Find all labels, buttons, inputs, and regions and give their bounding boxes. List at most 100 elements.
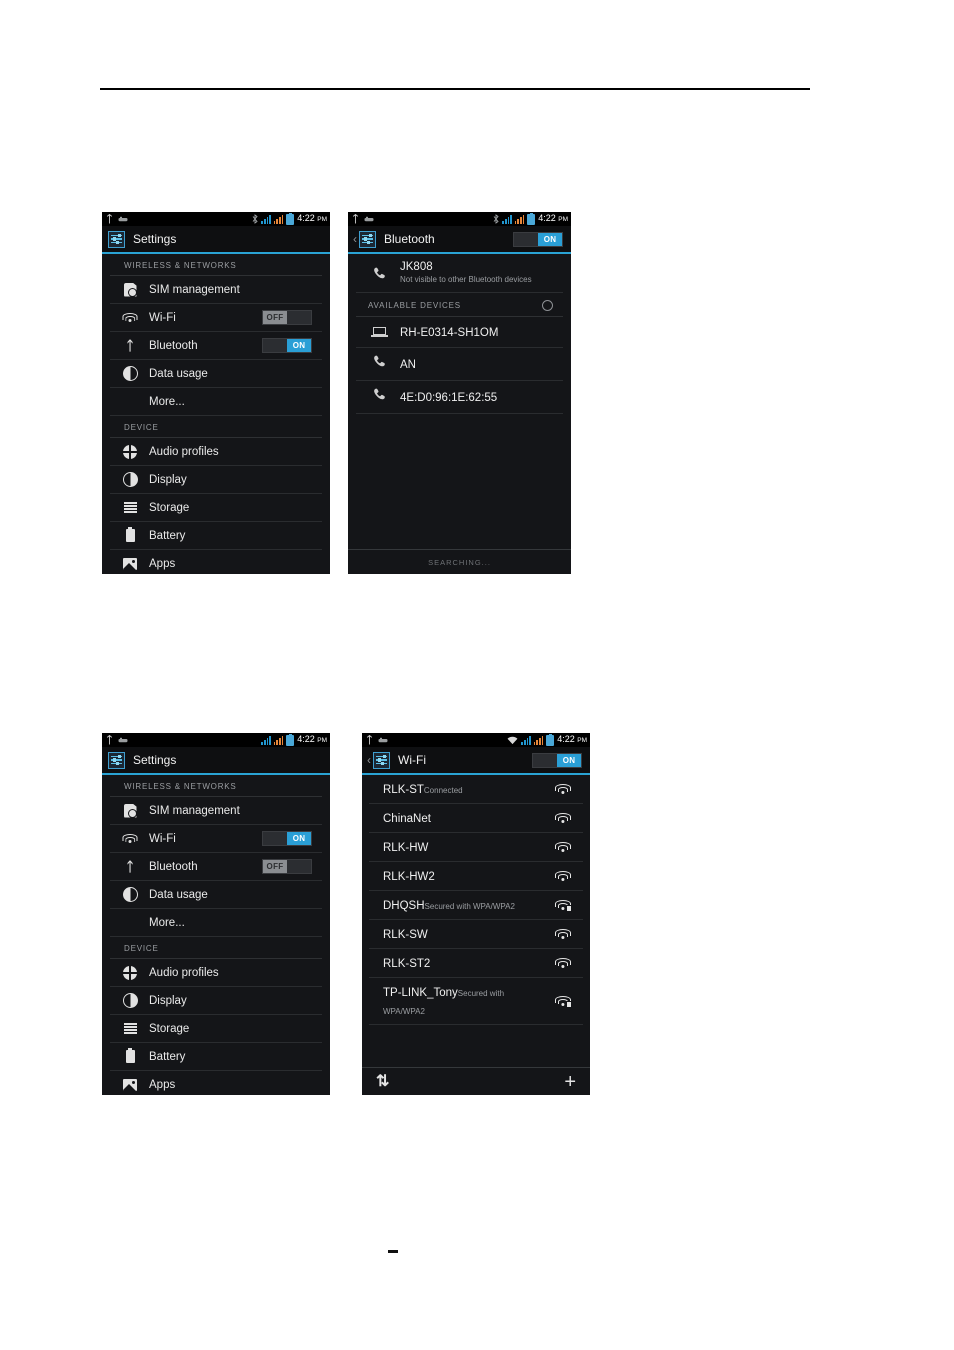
status-bar-right-icons: 4:22 PM [493, 212, 568, 225]
settings-row[interactable]: SIM management [110, 276, 322, 304]
settings-row[interactable]: Apps [110, 550, 322, 574]
wifi-network-row[interactable]: RLK-STConnected [369, 775, 583, 804]
bluetooth-toggle[interactable]: ON [262, 338, 312, 353]
status-bar: 4:22 PM [102, 733, 330, 747]
settings-row[interactable]: Data usage [110, 881, 322, 909]
wifi-network-row[interactable]: ChinaNet [369, 804, 583, 833]
wifi-network-row[interactable]: DHQSHSecured with WPA/WPA2 [369, 891, 583, 920]
storage-icon [123, 1022, 137, 1035]
row-icon: ᛏ [122, 859, 138, 875]
wifi-network-text: ChinaNet [383, 809, 547, 827]
status-bar-clock: 4:22 PM [538, 213, 568, 224]
row-icon [122, 282, 138, 298]
device-icon [368, 354, 390, 374]
row-icon [122, 887, 138, 903]
settings-row[interactable]: Battery [110, 1043, 322, 1071]
wifi-network-row[interactable]: RLK-HW [369, 833, 583, 862]
action-bar: Settings [102, 747, 330, 775]
toggle-thumb: ON [287, 832, 311, 845]
settings-row[interactable]: Display [110, 987, 322, 1015]
wifi-network-row[interactable]: RLK-HW2 [369, 862, 583, 891]
display-icon [122, 472, 138, 487]
bluetooth-device-row[interactable]: 4E:D0:96:1E:62:55 [356, 381, 563, 415]
usb-debug-icon [378, 737, 388, 744]
refresh-scan-icon[interactable]: ⇅ [376, 1073, 389, 1090]
wifi-network-name: RLK-SW [383, 929, 428, 941]
signal-bars-sim2-icon [273, 214, 284, 224]
settings-row[interactable]: Data usage [110, 360, 322, 388]
wi-fi-toggle[interactable]: OFF [262, 310, 312, 325]
settings-row-label: More... [149, 395, 185, 408]
status-bar: 4:22 PM [348, 212, 571, 226]
settings-row[interactable]: Wi-Fi OFF [110, 304, 322, 332]
own-device-text: JK808 Not visible to other Bluetooth dev… [400, 260, 532, 286]
settings-row[interactable]: Battery [110, 522, 322, 550]
usb-icon [366, 734, 373, 745]
settings-row[interactable]: SIM management [110, 797, 322, 825]
settings-icon [359, 230, 376, 248]
wifi-network-text: DHQSHSecured with WPA/WPA2 [383, 896, 547, 914]
audio-profiles-icon [121, 442, 139, 461]
status-bar: 4:22 PM [102, 212, 330, 226]
wifi-network-row[interactable]: RLK-ST2 [369, 949, 583, 978]
bluetooth-screenshot: 4:22 PM ‹ Bluetooth ON JK808 Not visible… [348, 212, 571, 574]
settings-row[interactable]: Wi-Fi ON [110, 825, 322, 853]
wifi-toggle[interactable]: ON [532, 752, 582, 768]
row-icon [122, 366, 138, 382]
settings-row[interactable]: More... [110, 909, 322, 937]
wifi-icon [122, 312, 138, 323]
bluetooth-toggle[interactable]: ON [513, 231, 563, 247]
signal-bars-sim2-icon [273, 735, 284, 745]
wifi-network-row[interactable]: TP-LINK_TonySecured with WPA/WPA2 [369, 978, 583, 1025]
wifi-network-name: TP-LINK_Tony [383, 987, 458, 999]
settings-row[interactable]: Storage [110, 494, 322, 522]
back-caret-icon[interactable]: ‹ [353, 233, 357, 245]
settings-row[interactable]: Audio profiles [110, 959, 322, 987]
battery-icon [286, 733, 295, 746]
wifi-signal-secured-icon [555, 899, 572, 912]
wifi-network-name: ChinaNet [383, 813, 431, 825]
data-usage-icon [122, 887, 138, 902]
wifi-signal-icon [555, 812, 571, 824]
page-title: Settings [133, 232, 177, 246]
battery-icon [125, 526, 135, 542]
section-header: WIRELESS & NETWORKS [110, 775, 322, 797]
settings-row[interactable]: More... [110, 388, 322, 416]
settings-row[interactable]: Storage [110, 1015, 322, 1043]
device-name: RH-E0314-SH1OM [400, 327, 499, 340]
spinner-icon [542, 300, 553, 312]
wifi-network-name: RLK-HW [383, 842, 429, 854]
bluetooth-device-row[interactable]: RH-E0314-SH1OM [356, 317, 563, 349]
own-device-row[interactable]: JK808 Not visible to other Bluetooth dev… [356, 254, 563, 294]
settings-row[interactable]: Display [110, 466, 322, 494]
settings-row-label: Audio profiles [149, 445, 219, 458]
add-network-icon[interactable]: + [564, 1072, 576, 1092]
settings-row[interactable]: ᛏ Bluetooth ON [110, 332, 322, 360]
device-text: AN [400, 355, 416, 373]
bluetooth-device-row[interactable]: AN [356, 348, 563, 382]
bluetooth-icon [252, 214, 259, 224]
wifi-network-text: TP-LINK_TonySecured with WPA/WPA2 [383, 983, 547, 1019]
row-icon [122, 556, 138, 572]
settings-row-label: Display [149, 473, 187, 486]
signal-bars-sim1-icon [261, 214, 271, 224]
settings-list: WIRELESS & NETWORKS SIM management Wi-Fi OF… [102, 254, 330, 574]
status-bar-left-icons [106, 213, 128, 224]
row-icon [122, 831, 138, 847]
back-caret-icon[interactable]: ‹ [367, 754, 371, 766]
signal-bars-sim2-icon [514, 214, 525, 224]
action-bar: ‹ Bluetooth ON [348, 226, 571, 254]
wifi-network-row[interactable]: RLK-SW [369, 920, 583, 949]
wifi-network-name: RLK-ST2 [383, 958, 431, 970]
battery-icon [125, 1047, 135, 1063]
settings-row[interactable]: Audio profiles [110, 438, 322, 466]
settings-row-label: Storage [149, 1022, 190, 1035]
settings-row[interactable]: Apps [110, 1071, 322, 1095]
wi-fi-toggle[interactable]: ON [262, 831, 312, 846]
settings-row-label: Apps [149, 558, 176, 570]
settings-row[interactable]: ᛏ Bluetooth OFF [110, 853, 322, 881]
device-name: AN [400, 359, 416, 372]
bluetooth-icon: ᛏ [126, 338, 134, 353]
bluetooth-toggle[interactable]: OFF [262, 859, 312, 874]
device-text: RH-E0314-SH1OM [400, 323, 498, 341]
